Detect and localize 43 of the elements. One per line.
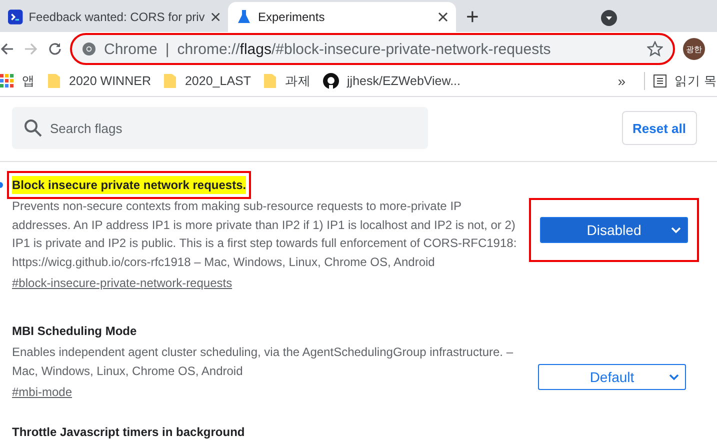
reset-all-button[interactable]: Reset all [622,111,697,145]
new-tab-button[interactable]: + [456,4,489,30]
browser-tab[interactable]: Experiments [228,2,456,32]
profile-avatar[interactable]: 광한 [683,38,705,60]
flag-link[interactable]: #block-insecure-private-network-requests [12,276,232,290]
flag-description: Prevents non-secure contexts from making sub-resource requests to more-private IP addresses. An IP address IP1 is more private than IP2 if 1) IP1 is localhost and IP2 is not, or 2) IP1 is private and IP2 is public. This is a first step towards full enforcement of CORS-RFC1918: https://wicg.github.io/cors-rfc1918 – Mac, Windows, Linux, Chrome OS, Android [12,198,518,270]
reload-icon[interactable] [48,42,62,56]
folder-icon [162,73,177,89]
back-arrow-icon[interactable] [0,42,14,56]
flag-dropdown[interactable]: Default [538,364,686,390]
close-icon[interactable] [438,12,448,22]
flag-description: Enables independent agent cluster scheduling, via the AgentSchedulingGroup infrastructure. – Mac, Windows, Linux, Chrome OS, Android [12,344,514,380]
prompt-icon [8,9,23,25]
bookmark-item[interactable]: 과제 [263,72,324,90]
flask-icon [236,9,252,25]
site-label: Chrome [104,40,158,58]
close-icon[interactable] [210,12,220,22]
address-bar[interactable]: Chrome | chrome://flags/#block-insecure-private-network-requests [72,35,673,63]
github-icon [323,73,340,89]
star-icon[interactable] [647,41,663,57]
apps-grid-icon [0,74,14,88]
bookmark-item[interactable]: jjhesk/EZWebView... [323,73,472,89]
list-icon [652,74,667,88]
flag-dropdown[interactable]: Disabled [540,217,688,243]
reading-list-button[interactable]: 읽기 목 [652,72,717,90]
flag-link[interactable]: #mbi-mode [12,385,72,399]
tab-search-icon[interactable] [601,10,617,26]
chevron-icon [671,226,681,234]
search-field[interactable]: Search flags [12,107,428,149]
chrome-logo-icon [82,42,96,56]
more-bookmarks-button[interactable]: » [608,73,636,89]
browser-tab[interactable]: Feedback wanted: CORS for priv [0,2,228,32]
chevron-icon [669,372,679,380]
flag-title: Block insecure private network requests. [12,176,246,194]
flag-title: MBI Scheduling Mode [12,323,137,340]
flag-title: Throttle Javascript timers in background [12,424,245,441]
bookmark-item[interactable]: 2020 WINNER [47,73,163,89]
bookmark-item[interactable]: 앱 [0,72,47,90]
url-text: chrome://flags/#block-insecure-private-network-requests [177,40,551,58]
folder-icon [263,73,278,89]
bookmark-item[interactable]: 2020_LAST [162,73,264,89]
separator-text: | [165,40,170,58]
folder-icon [47,73,61,89]
